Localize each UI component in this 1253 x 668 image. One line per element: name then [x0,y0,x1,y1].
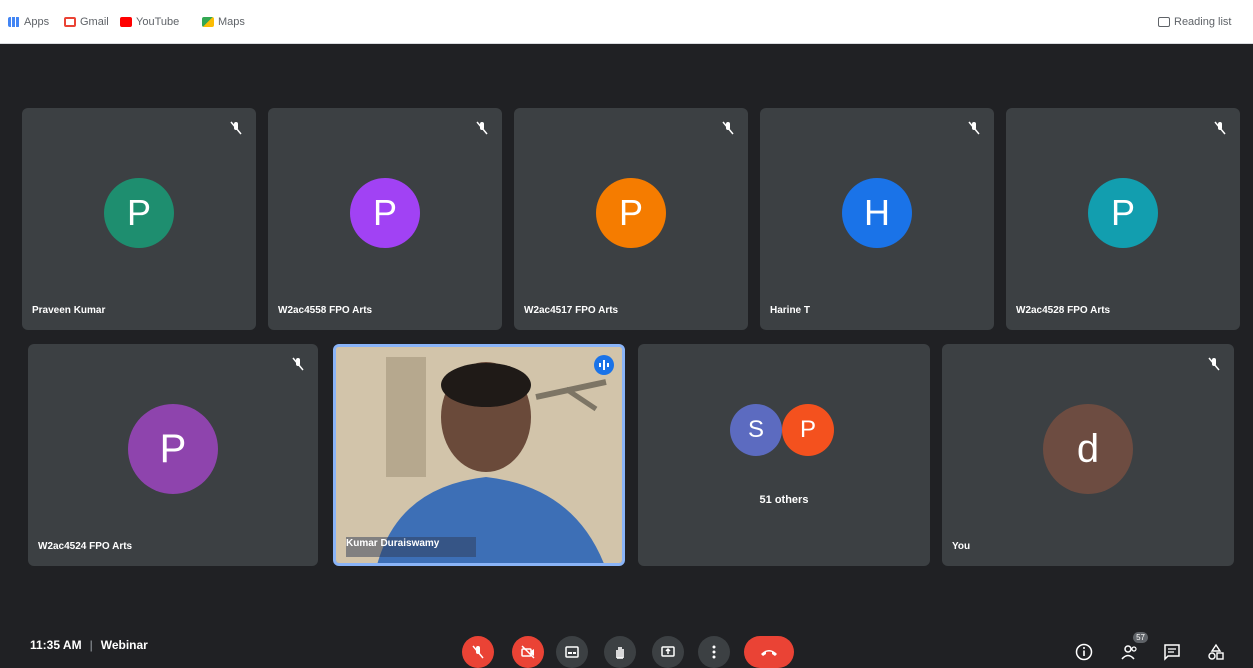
presenter-video [336,347,622,563]
mic-off-icon [292,357,304,371]
meeting-time: 11:35 AM [30,638,82,652]
hang-up-icon [761,650,777,656]
activities-icon [1208,643,1224,660]
avatar-initial: P [372,192,397,233]
mic-off-icon [476,121,488,135]
bookmark-label: Maps [218,16,245,28]
others-avatar: P [782,404,834,456]
mic-off-icon [472,645,484,659]
others-label: 51 others [759,494,809,506]
participant-name: W2ac4517 FPO Arts [524,305,619,316]
participant-name: W2ac4558 FPO Arts [278,305,373,316]
bookmark-maps[interactable]: Maps [202,13,245,31]
mic-off-icon [722,121,734,135]
participant-avatar: P [128,404,218,494]
meeting-details-button[interactable] [1072,640,1096,664]
maps-icon [202,17,214,27]
hand-icon [616,647,624,659]
more-vert-icon [712,645,716,659]
mic-off-icon [1208,357,1220,371]
captions-button[interactable] [556,636,588,668]
bookmark-label: Apps [24,16,50,28]
apps-icon [8,17,20,27]
reading-list-button[interactable]: Reading list [1158,13,1231,31]
participant-count-badge: 57 [1133,632,1148,643]
raise-hand-button[interactable] [604,636,636,668]
participant-avatar: P [1088,178,1158,248]
more-options-button[interactable] [698,636,730,668]
participant-tile[interactable]: H Harine T [760,108,994,330]
self-avatar: d [1043,404,1133,494]
others-avatar: S [730,404,782,456]
participant-tile[interactable]: P W2ac4528 FPO Arts [1006,108,1240,330]
leave-call-button[interactable] [744,636,794,668]
self-tile[interactable]: d You [942,344,1234,566]
participant-tile[interactable]: P Praveen Kumar [22,108,256,330]
self-name: You [952,541,971,552]
avatar-initial: P [799,416,816,443]
meeting-stage: P Praveen Kumar P W2ac4558 FPO Arts P W2… [0,44,1253,668]
present-screen-icon [661,646,675,657]
chat-button[interactable] [1160,640,1184,664]
separator: | [89,638,93,652]
meeting-info: 11:35 AM | Webinar [30,638,148,652]
participant-avatar: H [842,178,912,248]
bookmark-youtube[interactable]: YouTube [120,13,179,31]
captions-icon [565,646,579,658]
avatar-initial: P [126,192,151,233]
bookmark-apps[interactable]: Apps [8,13,49,31]
camera-toggle-button[interactable] [512,636,544,668]
microphone-toggle-button[interactable] [462,636,494,668]
bookmarks-bar: Apps Gmail YouTube Maps Reading list [0,0,1253,44]
mic-off-icon [1214,121,1226,135]
info-icon [1075,643,1093,661]
presenter-video-tile[interactable]: Kumar Duraiswamy [333,344,625,566]
reading-list-icon [1158,17,1170,27]
participant-tile[interactable]: P W2ac4558 FPO Arts [268,108,502,330]
meeting-name: Webinar [100,638,148,652]
presenter-video-frame [336,347,622,563]
participant-name: Praveen Kumar [32,305,106,316]
chat-icon [1164,644,1180,661]
participant-tile[interactable]: P W2ac4517 FPO Arts [514,108,748,330]
others-tile[interactable]: S P 51 others [638,344,930,566]
people-button[interactable]: 57 [1118,632,1148,664]
bookmark-label: Gmail [80,16,109,28]
speaking-indicator-icon [594,355,614,375]
participant-avatar: P [104,178,174,248]
gmail-icon [64,17,76,27]
avatar-initial: H [864,192,890,233]
avatar-initial: P [618,192,643,233]
activities-button[interactable] [1204,640,1228,664]
reading-list-label: Reading list [1174,16,1232,28]
mic-off-icon [968,121,980,135]
participant-name: W2ac4524 FPO Arts [38,541,133,552]
avatar-initial: S [747,416,764,443]
participant-avatar: P [596,178,666,248]
avatar-initial: P [159,426,187,471]
presenter-name: Kumar Duraiswamy [346,538,440,549]
avatar-initial: P [1110,192,1135,233]
people-icon [1121,645,1137,660]
youtube-icon [120,17,132,27]
meeting-controls-bar: 11:35 AM | Webinar 57 [0,616,1253,668]
bookmark-gmail[interactable]: Gmail [64,13,109,31]
mic-off-icon [230,121,242,135]
camera-off-icon [521,645,535,659]
participant-avatar: P [350,178,420,248]
avatar-initial: d [1076,426,1100,471]
participant-name: Harine T [770,305,811,316]
participant-tile[interactable]: P W2ac4524 FPO Arts [28,344,318,566]
participant-name: W2ac4528 FPO Arts [1016,305,1111,316]
present-screen-button[interactable] [652,636,684,668]
bookmark-label: YouTube [136,16,180,28]
